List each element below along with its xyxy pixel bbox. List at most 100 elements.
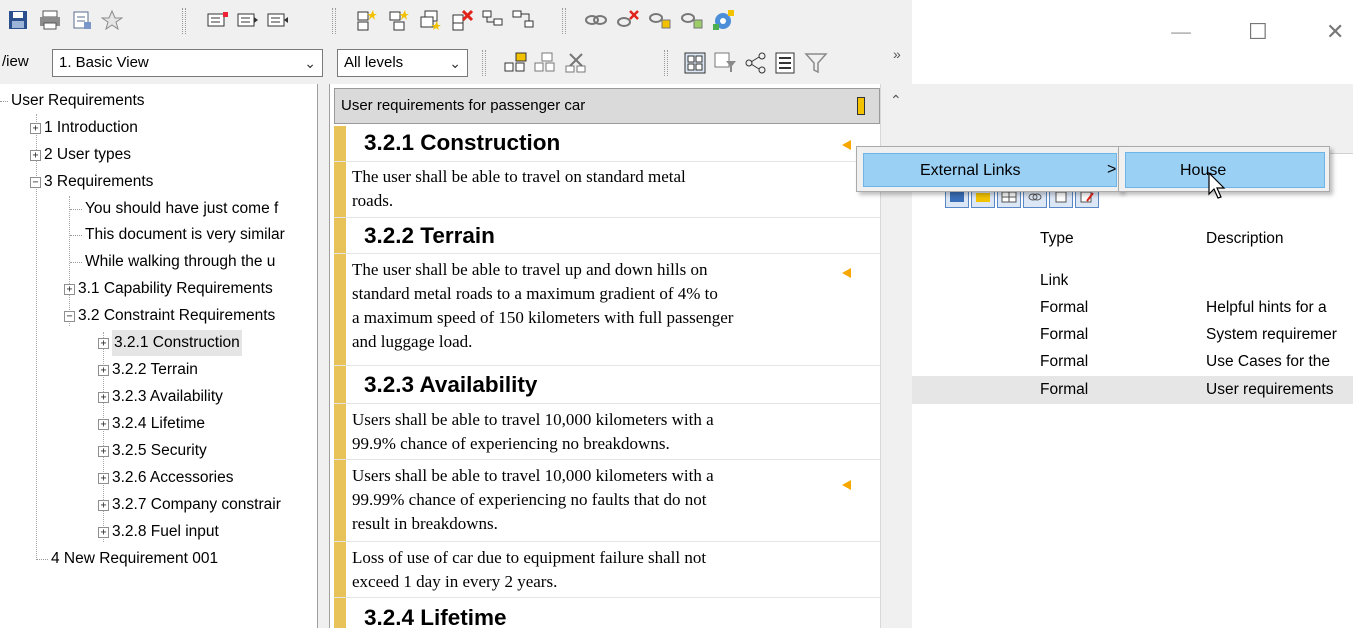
toolbar-separator <box>332 8 336 34</box>
object-bar <box>334 218 346 253</box>
doc-text-row[interactable]: Users shall be able to travel 10,000 kil… <box>334 460 880 542</box>
close-button[interactable]: ✕ <box>1326 20 1344 45</box>
link-type-cell[interactable]: Formal <box>1040 381 1088 399</box>
tree-item[interactable]: This document is very similar <box>70 222 285 248</box>
insert-child-icon[interactable] <box>236 8 260 32</box>
tree-item[interactable]: + 3.2.4 Lifetime <box>98 411 205 437</box>
tree-item[interactable]: + 3.2.1 Construction <box>98 330 242 356</box>
split-view-icon[interactable] <box>684 51 708 75</box>
link-type-cell[interactable]: Formal <box>1040 353 1088 371</box>
link-description-cell[interactable]: Helpful hints for a <box>1206 299 1353 317</box>
level-select[interactable]: All levels ⌄ <box>337 49 468 77</box>
tree-item[interactable]: + 2 User types <box>30 142 131 168</box>
link-tree-icon[interactable] <box>482 8 506 32</box>
expand-icon[interactable]: + <box>98 472 109 484</box>
doc-heading: 3.2.3 Availability <box>364 372 538 397</box>
doc-text-row[interactable]: Users shall be able to travel 10,000 kil… <box>334 404 880 460</box>
table-icon[interactable] <box>774 51 798 75</box>
insert-after-icon[interactable] <box>266 8 290 32</box>
format-icon[interactable] <box>70 8 94 32</box>
tree-item-label: 3.2.5 Security <box>112 442 207 459</box>
expand-icon[interactable]: + <box>98 526 109 538</box>
link-marker-icon[interactable] <box>842 480 851 490</box>
expand-icon[interactable]: + <box>30 122 41 134</box>
doc-text-row[interactable]: The user shall be able to travel up and … <box>334 254 880 366</box>
link-description-cell[interactable]: Use Cases for the <box>1206 353 1353 371</box>
print-icon[interactable] <box>38 8 62 32</box>
promote-icon[interactable] <box>504 51 528 75</box>
filter-icon[interactable] <box>804 51 828 75</box>
doc-heading-row[interactable]: 3.2.3 Availability <box>334 366 880 404</box>
tree-root[interactable]: User Requirements <box>0 88 145 114</box>
tree-item[interactable]: While walking through the u <box>70 249 275 275</box>
tree-item[interactable]: + 3.2.2 Terrain <box>98 357 198 383</box>
expand-icon[interactable]: + <box>98 445 109 457</box>
share-icon[interactable] <box>744 51 768 75</box>
delete-object-icon[interactable] <box>450 8 474 32</box>
new-sibling-icon[interactable] <box>386 8 410 32</box>
demote-icon[interactable] <box>534 51 558 75</box>
doc-text-row[interactable]: The user shall be able to travel on stan… <box>334 162 880 218</box>
context-menu: External Links > <box>856 146 1122 192</box>
link-type-cell[interactable]: Formal <box>1040 299 1088 317</box>
collapse-icon[interactable]: − <box>30 176 41 188</box>
star-icon[interactable] <box>100 8 124 32</box>
maximize-button[interactable]: ☐ <box>1248 20 1268 45</box>
copy-object-icon[interactable] <box>418 8 442 32</box>
tree-item[interactable]: + 3.2.5 Security <box>98 438 207 464</box>
view-select[interactable]: 1. Basic View ⌄ <box>52 49 323 77</box>
column-icon[interactable] <box>857 97 865 115</box>
doc-heading-row[interactable]: 3.2.2 Terrain <box>334 218 880 254</box>
tree-item[interactable]: − 3.2 Constraint Requirements <box>64 303 275 329</box>
link-settings-icon[interactable] <box>712 8 736 32</box>
pane-splitter[interactable] <box>318 84 330 628</box>
column-header-description[interactable]: Description <box>1206 230 1284 248</box>
tree-item[interactable]: + 3.2.7 Company constrair <box>98 492 281 518</box>
delete-link-icon[interactable] <box>616 8 640 32</box>
tree-item[interactable]: + 3.2.3 Availability <box>98 384 223 410</box>
minimize-button[interactable]: — <box>1170 20 1192 45</box>
expand-icon[interactable]: + <box>30 149 41 161</box>
toolbar-overflow-icon[interactable]: » <box>893 46 901 62</box>
expand-icon[interactable]: + <box>98 337 109 349</box>
link-description-cell[interactable]: System requiremer <box>1206 326 1353 344</box>
tree-item[interactable]: 4 New Requirement 001 <box>36 546 218 572</box>
expand-icon[interactable]: + <box>98 418 109 430</box>
collapse-icon[interactable]: − <box>64 310 75 322</box>
new-object-icon[interactable] <box>354 8 378 32</box>
link-incoming-icon[interactable] <box>680 8 704 32</box>
link-type-cell[interactable]: Link <box>1040 272 1068 290</box>
column-header-type[interactable]: Type <box>1040 230 1074 248</box>
tree-item[interactable]: − 3 Requirements <box>30 169 153 195</box>
tree-connector <box>70 261 82 263</box>
save-icon[interactable] <box>6 8 30 32</box>
insert-below-icon[interactable] <box>206 8 230 32</box>
doc-heading-row[interactable]: 3.2.1 Construction <box>334 126 880 162</box>
hierarchy-icon[interactable] <box>512 8 536 32</box>
tree-item[interactable]: + 1 Introduction <box>30 115 138 141</box>
tree-item-label: 3.2.4 Lifetime <box>112 415 206 432</box>
link-outgoing-icon[interactable] <box>648 8 672 32</box>
cut-icon[interactable] <box>564 51 588 75</box>
link-description-cell[interactable]: User requirements <box>1206 381 1353 399</box>
menu-item-label: External Links <box>920 162 1021 179</box>
tree-item[interactable]: + 3.2.8 Fuel input <box>98 519 219 545</box>
tree-item-label: 3.2.6 Accessories <box>112 469 234 486</box>
filter-view-icon[interactable] <box>714 51 738 75</box>
scroll-up-icon[interactable]: ⌃ <box>890 92 902 109</box>
link-marker-icon[interactable] <box>842 140 851 150</box>
expand-icon[interactable]: + <box>98 364 109 376</box>
expand-icon[interactable]: + <box>64 283 75 295</box>
tree-item[interactable]: + 3.2.6 Accessories <box>98 465 233 491</box>
link-icon[interactable] <box>584 8 608 32</box>
expand-icon[interactable]: + <box>98 499 109 511</box>
doc-heading-row[interactable]: 3.2.4 Lifetime <box>334 598 880 628</box>
expand-icon[interactable]: + <box>98 391 109 403</box>
menu-item-external-links[interactable]: External Links > <box>863 153 1117 187</box>
tree-item[interactable]: You should have just come f <box>70 196 278 222</box>
tree-item-label: User Requirements <box>11 92 145 109</box>
link-marker-icon[interactable] <box>842 268 851 278</box>
link-type-cell[interactable]: Formal <box>1040 326 1088 344</box>
tree-item[interactable]: + 3.1 Capability Requirements <box>64 276 273 302</box>
doc-text-row[interactable]: Loss of use of car due to equipment fail… <box>334 542 880 598</box>
